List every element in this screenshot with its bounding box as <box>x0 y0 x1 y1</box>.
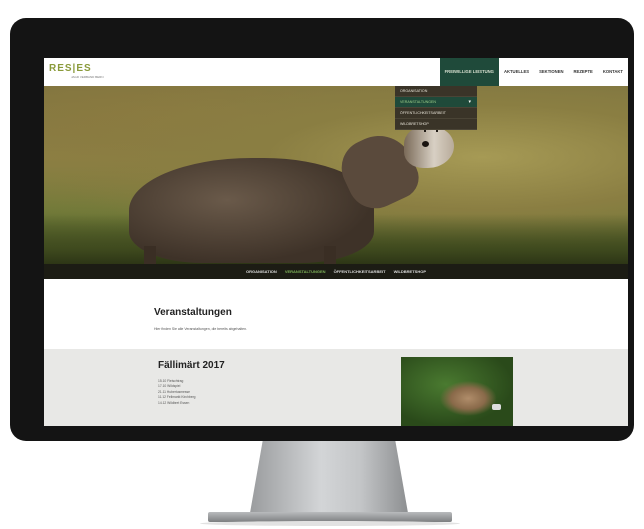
photo-badge <box>492 404 501 410</box>
event-list: 15.10 Fleischtrag 17.10 Wildspiel 21.11 … <box>158 379 196 406</box>
dropdown-item-organisation[interactable]: Organisation <box>395 86 477 97</box>
nav-item-sektionen[interactable]: Sektionen <box>534 58 568 86</box>
sub-nav: Organisation Veranstaltungen Öffentlichk… <box>44 264 628 279</box>
monitor-stand-neck <box>250 441 408 513</box>
page-title: Veranstaltungen <box>154 307 232 318</box>
event-title: Fällimärt 2017 <box>158 360 225 371</box>
logo-subtitle: JAGD VERBAND BERN <box>71 75 104 79</box>
page-intro: Hier finden Sie alle Veranstaltungen, di… <box>154 327 248 331</box>
subnav-item-oeffentlichkeitsarbeit[interactable]: Öffentlichkeitsarbeit <box>330 264 390 279</box>
logo-mark: RES|ES <box>49 63 92 74</box>
stand-shadow <box>200 521 460 526</box>
list-item: 14.12 Wildbret Essen <box>158 400 190 405</box>
list-item: 11.12 Fellmarkt Kirchberg <box>158 395 196 400</box>
chamois-body <box>129 158 374 263</box>
chamois-head <box>404 126 454 168</box>
main-nav: Freiwillige Leistung Aktuelles Sektionen… <box>439 58 628 86</box>
content-section: Veranstaltungen Hier finden Sie alle Ver… <box>44 279 628 349</box>
chamois-eye <box>422 141 429 147</box>
dropdown-item-oeffentlichkeitsarbeit[interactable]: Öffentlichkeitsarbeit <box>395 108 477 119</box>
cursor-arrow-icon: ▾ <box>468 99 471 105</box>
dropdown-item-wildbretshop[interactable]: Wildbretshop <box>395 119 477 130</box>
hero-image <box>44 86 628 268</box>
nav-dropdown: Organisation Veranstaltungen ▾ Öffentlic… <box>395 86 477 130</box>
subnav-item-wildbretshop[interactable]: Wildbretshop <box>390 264 430 279</box>
dropdown-item-label: Veranstaltungen <box>400 100 437 104</box>
nav-item-aktuelles[interactable]: Aktuelles <box>499 58 534 86</box>
nav-item-rezepte[interactable]: Rezepte <box>569 58 598 86</box>
monitor-bezel: RES|ES JAGD VERBAND BERN Freiwillige Lei… <box>10 18 634 441</box>
site-logo[interactable]: RES|ES JAGD VERBAND BERN <box>49 63 119 83</box>
event-photo[interactable] <box>401 357 513 426</box>
subnav-item-organisation[interactable]: Organisation <box>242 264 281 279</box>
subnav-item-veranstaltungen[interactable]: Veranstaltungen <box>281 264 330 279</box>
site-header: RES|ES JAGD VERBAND BERN Freiwillige Lei… <box>44 58 628 86</box>
browser-viewport: RES|ES JAGD VERBAND BERN Freiwillige Lei… <box>44 58 628 426</box>
dropdown-item-veranstaltungen[interactable]: Veranstaltungen ▾ <box>395 97 477 108</box>
nav-item-freiwillige-leistung[interactable]: Freiwillige Leistung <box>439 58 499 86</box>
nav-item-kontakt[interactable]: Kontakt <box>598 58 628 86</box>
event-card: Fällimärt 2017 15.10 Fleischtrag 17.10 W… <box>44 349 628 426</box>
